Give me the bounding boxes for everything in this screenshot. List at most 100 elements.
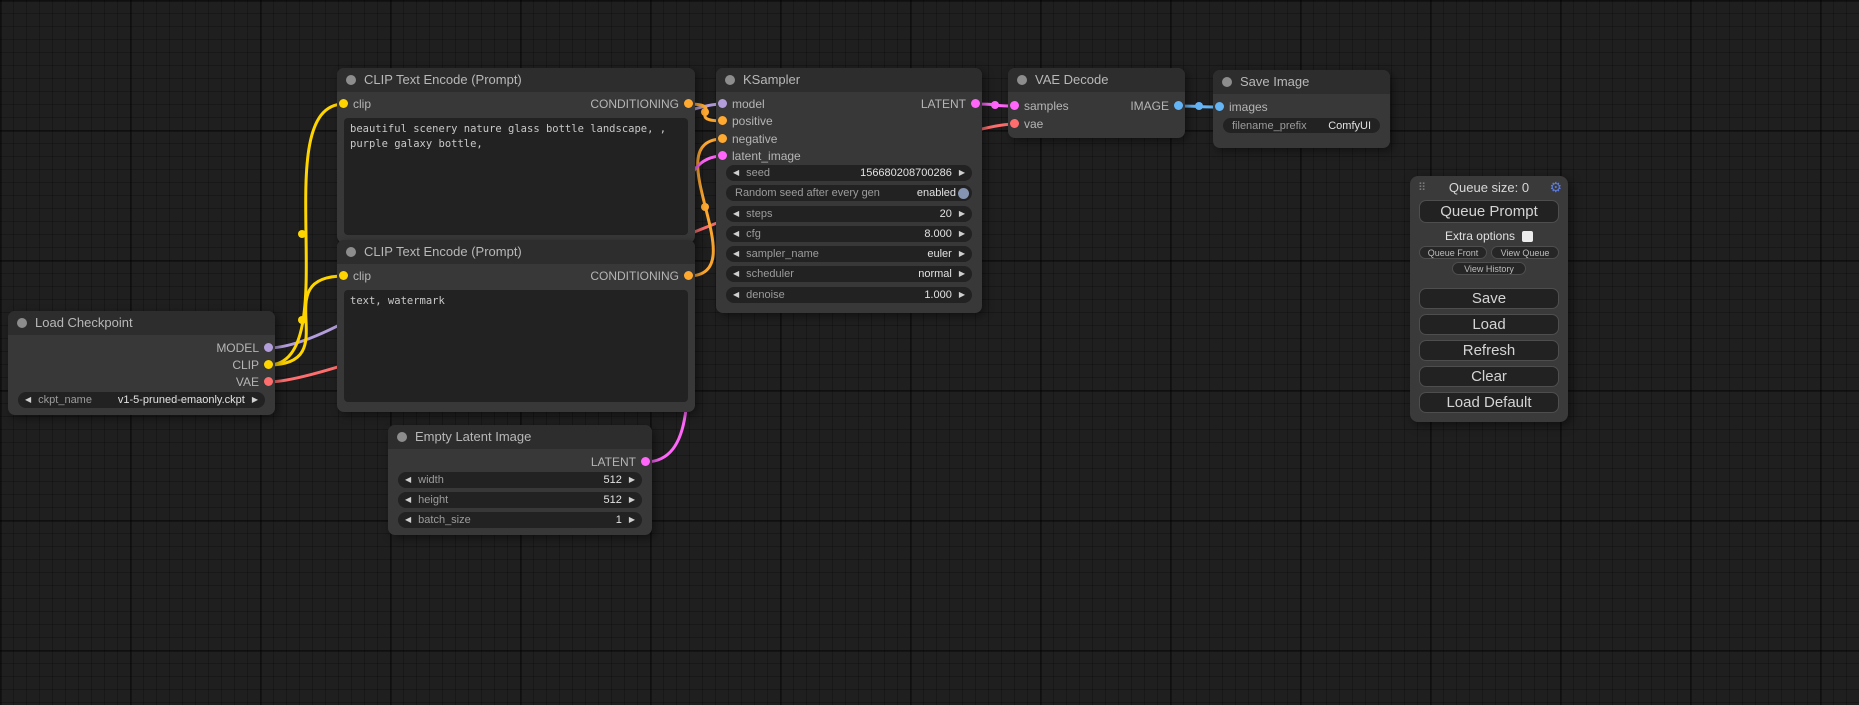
slot-dot-negative-input[interactable] [718,134,727,143]
collapse-dot-icon[interactable] [1222,77,1232,87]
clear-button[interactable]: Clear [1419,366,1559,387]
toggle-knob-icon[interactable] [958,188,969,199]
output-label-image: IMAGE [1130,99,1169,113]
widget-sampler-name[interactable]: ◀ sampler_name euler ▶ [726,246,972,262]
slot-dot-positive-input[interactable] [718,116,727,125]
slot-dot-clip-output[interactable] [264,360,273,369]
prompt-textarea-negative[interactable]: text, watermark [344,290,688,402]
node-title-bar[interactable]: VAE Decode [1008,68,1185,92]
slot-row-negative: negative [716,131,982,147]
slot-dot-image-output[interactable] [1174,101,1183,110]
widget-label: seed [746,167,860,179]
arrow-right-icon[interactable]: ▶ [252,392,258,408]
slot-dot-latent-output[interactable] [971,99,980,108]
arrow-right-icon[interactable]: ▶ [959,226,965,242]
slot-dot-vae-input[interactable] [1010,119,1019,128]
arrow-right-icon[interactable]: ▶ [959,246,965,262]
widget-height[interactable]: ◀ height 512 ▶ [398,492,642,508]
save-button[interactable]: Save [1419,288,1559,309]
arrow-left-icon[interactable]: ◀ [733,206,739,222]
load-default-button[interactable]: Load Default [1419,392,1559,413]
node-empty-latent-image[interactable]: Empty Latent Image LATENT ◀ width 512 ▶ … [388,425,652,535]
arrow-left-icon[interactable]: ◀ [25,392,31,408]
arrow-left-icon[interactable]: ◀ [405,512,411,528]
arrow-right-icon[interactable]: ▶ [629,472,635,488]
node-title-bar[interactable]: CLIP Text Encode (Prompt) [337,68,695,92]
slot-row-vae: vae [1008,116,1185,132]
load-button[interactable]: Load [1419,314,1559,335]
collapse-dot-icon[interactable] [346,75,356,85]
arrow-left-icon[interactable]: ◀ [733,165,739,181]
extra-options-label: Extra options [1445,229,1515,243]
widget-scheduler[interactable]: ◀ scheduler normal ▶ [726,266,972,282]
arrow-right-icon[interactable]: ▶ [959,266,965,282]
arrow-right-icon[interactable]: ▶ [629,492,635,508]
queue-front-button[interactable]: Queue Front [1419,246,1487,259]
node-vae-decode[interactable]: VAE Decode samples IMAGE vae [1008,68,1185,138]
node-load-checkpoint[interactable]: Load Checkpoint MODEL CLIP VAE ◀ ckpt_na… [8,311,275,415]
settings-gear-icon[interactable]: ⚙ [1549,179,1562,196]
view-queue-button[interactable]: View Queue [1491,246,1559,259]
arrow-right-icon[interactable]: ▶ [959,165,965,181]
collapse-dot-icon[interactable] [17,318,27,328]
collapse-dot-icon[interactable] [725,75,735,85]
arrow-right-icon[interactable]: ▶ [959,287,965,303]
node-title-bar[interactable]: Load Checkpoint [8,311,275,335]
slot-dot-model-output[interactable] [264,343,273,352]
node-clip-text-encode-negative[interactable]: CLIP Text Encode (Prompt) clip CONDITION… [337,240,695,412]
prompt-textarea-positive[interactable]: beautiful scenery nature glass bottle la… [344,118,688,235]
queue-prompt-button[interactable]: Queue Prompt [1419,200,1559,223]
refresh-button[interactable]: Refresh [1419,340,1559,361]
widget-label: ckpt_name [38,394,118,406]
widget-value: 1 [616,514,622,526]
slot-dot-clip-input[interactable] [339,271,348,280]
slot-dot-conditioning-output[interactable] [684,99,693,108]
arrow-left-icon[interactable]: ◀ [405,492,411,508]
node-title-bar[interactable]: KSampler [716,68,982,92]
arrow-right-icon[interactable]: ▶ [629,512,635,528]
input-label-positive: positive [732,114,773,128]
widget-cfg[interactable]: ◀ cfg 8.000 ▶ [726,226,972,242]
node-title: Load Checkpoint [35,315,133,330]
queue-panel: ⠿ Queue size: 0 ⚙ Queue Prompt Extra opt… [1410,176,1568,422]
widget-ckpt-name[interactable]: ◀ ckpt_name v1-5-pruned-emaonly.ckpt ▶ [18,392,265,408]
node-title-bar[interactable]: Empty Latent Image [388,425,652,449]
arrow-right-icon[interactable]: ▶ [959,206,965,222]
collapse-dot-icon[interactable] [1017,75,1027,85]
slot-dot-model-input[interactable] [718,99,727,108]
slot-dot-latent-image-input[interactable] [718,151,727,160]
widget-filename-prefix[interactable]: filename_prefix ComfyUI [1223,118,1380,133]
arrow-left-icon[interactable]: ◀ [733,287,739,303]
widget-seed[interactable]: ◀ seed 156680208700286 ▶ [726,165,972,181]
arrow-left-icon[interactable]: ◀ [733,226,739,242]
slot-dot-samples-input[interactable] [1010,101,1019,110]
node-save-image[interactable]: Save Image images filename_prefix ComfyU… [1213,70,1390,148]
comfyui-canvas[interactable]: { "icons": { "arrow_left": "◀", "arrow_r… [0,0,1859,705]
widget-value: enabled [917,187,956,199]
widget-steps[interactable]: ◀ steps 20 ▶ [726,206,972,222]
collapse-dot-icon[interactable] [346,247,356,257]
node-title-bar[interactable]: CLIP Text Encode (Prompt) [337,240,695,264]
extra-options-checkbox[interactable] [1522,231,1533,242]
arrow-left-icon[interactable]: ◀ [733,246,739,262]
slot-dot-conditioning-output[interactable] [684,271,693,280]
node-ksampler[interactable]: KSampler model LATENT positive negative … [716,68,982,313]
view-history-button[interactable]: View History [1452,262,1526,275]
node-title: CLIP Text Encode (Prompt) [364,72,522,87]
arrow-left-icon[interactable]: ◀ [733,266,739,282]
widget-batch-size[interactable]: ◀ batch_size 1 ▶ [398,512,642,528]
widget-denoise[interactable]: ◀ denoise 1.000 ▶ [726,287,972,303]
input-label-vae: vae [1024,117,1043,131]
slot-dot-vae-output[interactable] [264,377,273,386]
slot-dot-clip-input[interactable] [339,99,348,108]
widget-value: 1.000 [924,289,952,301]
slot-dot-images-input[interactable] [1215,102,1224,111]
node-clip-text-encode-positive[interactable]: CLIP Text Encode (Prompt) clip CONDITION… [337,68,695,243]
collapse-dot-icon[interactable] [397,432,407,442]
widget-width[interactable]: ◀ width 512 ▶ [398,472,642,488]
arrow-left-icon[interactable]: ◀ [405,472,411,488]
node-title-bar[interactable]: Save Image [1213,70,1390,94]
widget-random-seed-toggle[interactable]: Random seed after every gen enabled [726,185,972,201]
widget-label: filename_prefix [1232,120,1328,132]
slot-dot-latent-output[interactable] [641,457,650,466]
